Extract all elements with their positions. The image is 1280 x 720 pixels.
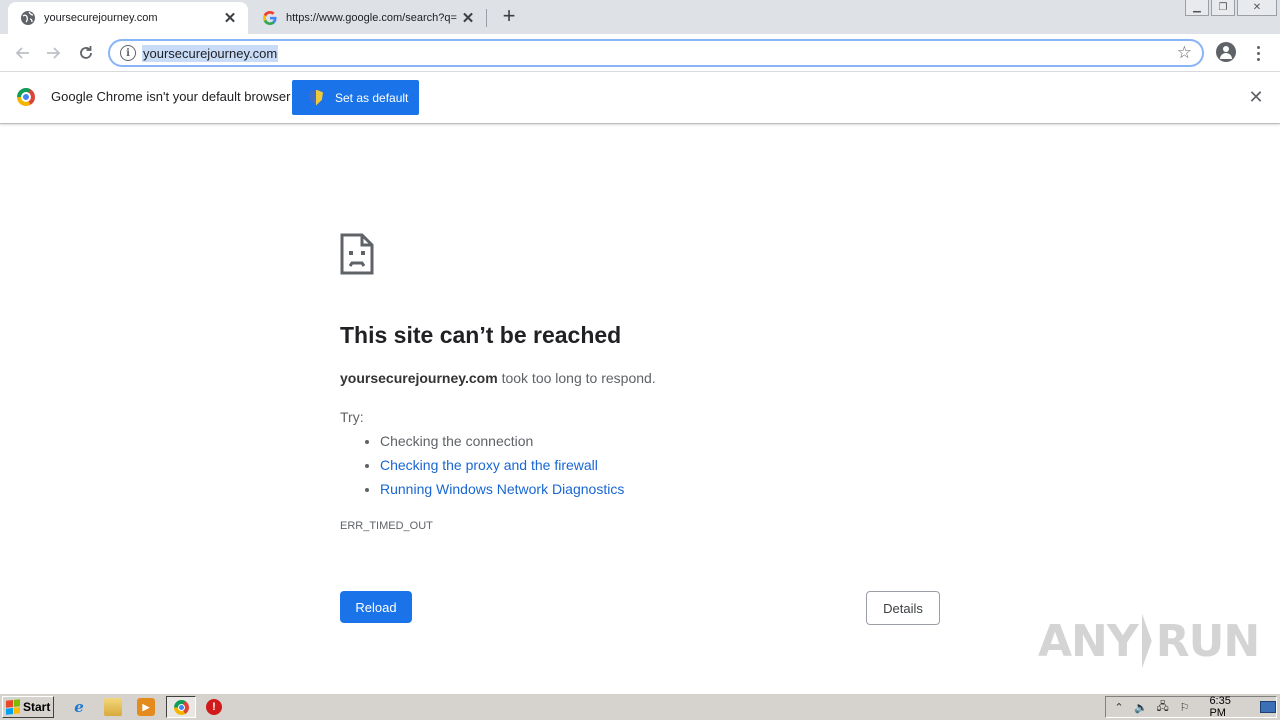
sad-page-icon bbox=[340, 233, 374, 275]
browser-toolbar: i yoursecurejourney.com ☆ bbox=[0, 34, 1280, 72]
tab-separator bbox=[486, 9, 487, 27]
restore-button[interactable]: ❐ bbox=[1211, 0, 1235, 16]
back-button[interactable] bbox=[10, 41, 34, 65]
action-center-flag-icon[interactable]: ⚐ bbox=[1176, 699, 1194, 715]
chrome-logo-icon bbox=[17, 88, 35, 106]
arrow-right-icon bbox=[47, 47, 61, 59]
window-close-button[interactable]: ✕ bbox=[1237, 0, 1277, 16]
stop-app-icon[interactable]: ! bbox=[206, 699, 222, 715]
set-as-default-label: Set as default bbox=[335, 90, 409, 105]
error-message: yoursecurejourney.com took too long to r… bbox=[340, 370, 656, 386]
default-browser-infobar: Google Chrome isn't your default browser… bbox=[0, 72, 1280, 124]
internet-explorer-icon[interactable]: e bbox=[70, 698, 88, 716]
tab-yoursecurejourney[interactable]: yoursecurejourney.com ✕ bbox=[8, 2, 248, 34]
volume-icon[interactable]: 🔈 bbox=[1132, 699, 1150, 715]
tray-expand-icon[interactable]: ⌃ bbox=[1110, 699, 1128, 715]
google-g-icon bbox=[263, 11, 277, 25]
new-tab-button[interactable]: + bbox=[498, 3, 520, 28]
folder-icon[interactable] bbox=[104, 698, 122, 716]
suggestion-item: Checking the connection bbox=[380, 432, 624, 456]
suggestion-network-diagnostics-link[interactable]: Running Windows Network Diagnostics bbox=[380, 481, 624, 497]
minimize-button[interactable]: ▁ bbox=[1185, 0, 1209, 16]
anyrun-watermark: ANY RUN bbox=[1038, 606, 1260, 676]
uac-shield-icon bbox=[309, 89, 323, 106]
suggestion-proxy-firewall-link[interactable]: Checking the proxy and the firewall bbox=[380, 457, 598, 473]
tab-title: yoursecurejourney.com bbox=[44, 12, 158, 24]
show-desktop-icon[interactable] bbox=[1260, 701, 1276, 713]
reload-toolbar-button[interactable] bbox=[74, 41, 98, 65]
bookmark-star-icon[interactable]: ☆ bbox=[1177, 43, 1192, 63]
infobar-message: Google Chrome isn't your default browser bbox=[51, 89, 291, 104]
error-message-suffix: took too long to respond. bbox=[501, 370, 656, 386]
windows-taskbar: Start e ▶ ! ⌃ 🔈 🖧 ⚐ 6:35 PM bbox=[0, 693, 1280, 720]
error-host: yoursecurejourney.com bbox=[340, 370, 498, 386]
taskbar-chrome-button[interactable] bbox=[166, 696, 196, 718]
watermark-left: ANY bbox=[1038, 615, 1139, 667]
suggestion-list: Checking the connection Checking the pro… bbox=[340, 432, 624, 504]
reload-icon bbox=[80, 46, 92, 59]
details-button[interactable]: Details bbox=[866, 591, 940, 625]
try-label: Try: bbox=[340, 409, 364, 425]
set-as-default-button[interactable]: Set as default bbox=[292, 80, 419, 115]
suggestion-item: Running Windows Network Diagnostics bbox=[380, 480, 624, 504]
system-tray: ⌃ 🔈 🖧 ⚐ 6:35 PM bbox=[1105, 695, 1277, 719]
start-button[interactable]: Start bbox=[2, 696, 54, 718]
tab-close-icon[interactable]: ✕ bbox=[222, 10, 238, 27]
tab-close-icon[interactable]: ✕ bbox=[460, 10, 476, 27]
media-player-icon[interactable]: ▶ bbox=[137, 698, 155, 716]
suggestion-check-connection: Checking the connection bbox=[380, 433, 534, 449]
arrow-left-icon bbox=[15, 47, 29, 59]
windows-logo-icon bbox=[6, 699, 20, 715]
suggestion-item: Checking the proxy and the firewall bbox=[380, 456, 624, 480]
forward-button[interactable] bbox=[42, 41, 66, 65]
tab-strip: yoursecurejourney.com ✕ https://www.goog… bbox=[0, 0, 1280, 34]
address-bar-url[interactable]: yoursecurejourney.com bbox=[142, 45, 279, 62]
clock[interactable]: 6:35 PM bbox=[1209, 695, 1250, 719]
network-icon[interactable]: 🖧 bbox=[1154, 699, 1172, 715]
infobar-close-icon[interactable]: ✕ bbox=[1247, 87, 1265, 107]
kebab-menu-icon[interactable] bbox=[1250, 42, 1266, 64]
tab-google-search[interactable]: https://www.google.com/search?q= ✕ bbox=[250, 2, 486, 34]
error-code: ERR_TIMED_OUT bbox=[340, 520, 433, 532]
globe-icon bbox=[21, 11, 35, 25]
window-controls: ▁ ❐ ✕ bbox=[1183, 0, 1277, 16]
tab-title: https://www.google.com/search?q= bbox=[286, 12, 457, 24]
play-icon bbox=[1141, 613, 1152, 669]
start-label: Start bbox=[23, 700, 51, 714]
profile-avatar-icon[interactable] bbox=[1216, 42, 1236, 62]
watermark-right: RUN bbox=[1155, 615, 1260, 667]
info-icon[interactable]: i bbox=[120, 45, 136, 61]
address-bar[interactable]: i yoursecurejourney.com ☆ bbox=[108, 39, 1204, 67]
chrome-icon bbox=[173, 699, 189, 715]
error-title: This site can’t be reached bbox=[340, 322, 622, 348]
reload-button[interactable]: Reload bbox=[340, 591, 412, 623]
